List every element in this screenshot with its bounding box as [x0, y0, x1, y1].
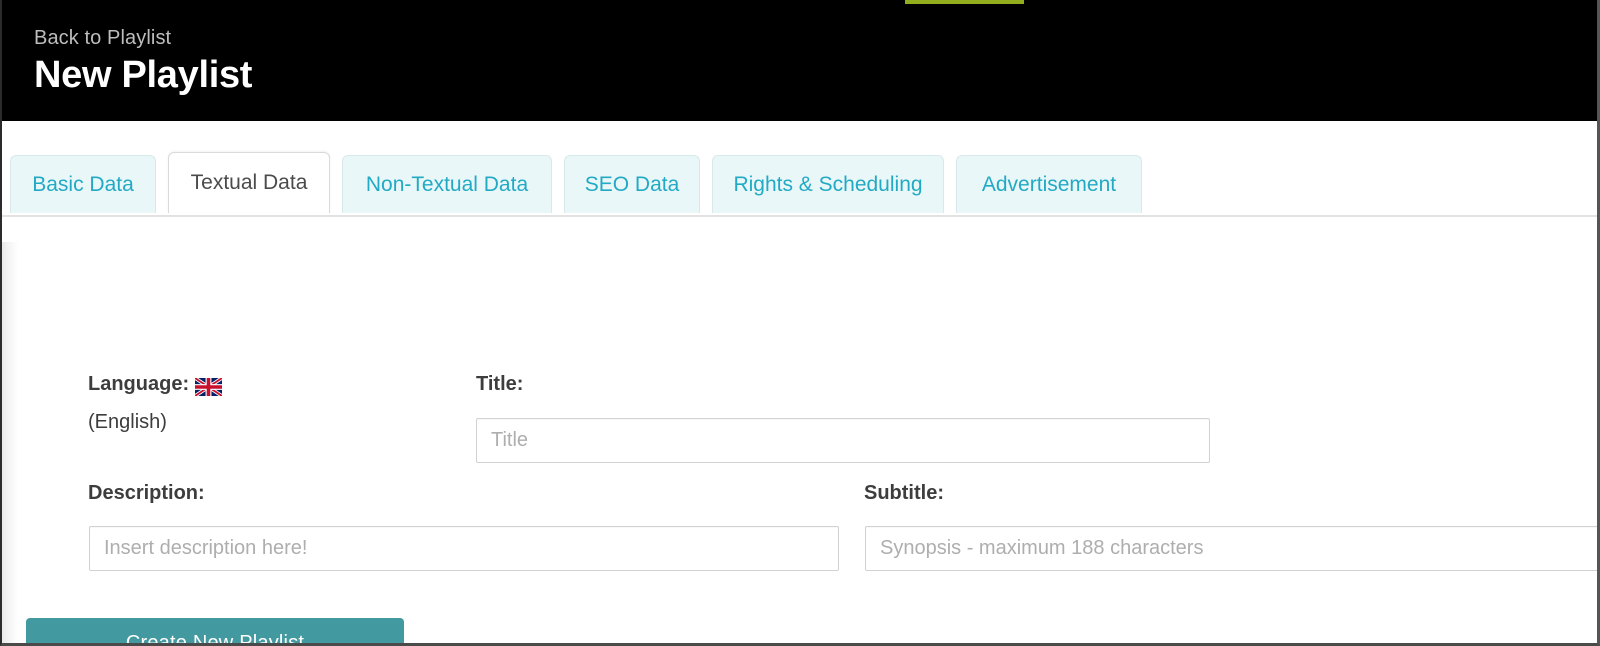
app-viewport: Back to Playlist New Playlist Basic Data… [0, 0, 1600, 646]
description-input[interactable] [89, 526, 839, 571]
uk-flag-icon [195, 377, 223, 396]
title-label: Title: [476, 373, 524, 395]
tab-label: Textual Data [190, 171, 308, 194]
tab-basic-data[interactable]: Basic Data [10, 155, 156, 213]
subtitle-input[interactable] [865, 526, 1597, 571]
textual-data-form: Language: (English) Title: Description: [2, 218, 1597, 643]
tab-rights-scheduling[interactable]: Rights & Scheduling [712, 155, 944, 213]
language-label-text: Language: [88, 373, 190, 395]
content-panel: Basic Data Textual Data Non-Textual Data… [2, 121, 1597, 643]
language-label: Language: [88, 373, 223, 396]
tab-seo-data[interactable]: SEO Data [564, 155, 700, 213]
page-header: Back to Playlist New Playlist [2, 0, 1597, 121]
tab-textual-data[interactable]: Textual Data [168, 152, 330, 213]
tab-strip: Basic Data Textual Data Non-Textual Data… [2, 152, 1597, 216]
tab-label: Advertisement [981, 172, 1117, 196]
tab-label: Non-Textual Data [365, 172, 529, 196]
tab-non-textual-data[interactable]: Non-Textual Data [342, 155, 552, 213]
back-to-playlist-link[interactable]: Back to Playlist [34, 27, 171, 50]
page-load-progress-bar [905, 0, 1024, 4]
language-value: (English) [88, 411, 167, 433]
tab-advertisement[interactable]: Advertisement [956, 155, 1142, 213]
create-new-playlist-button[interactable]: Create New Playlist [26, 618, 404, 643]
tab-label: Basic Data [32, 172, 134, 196]
page-title: New Playlist [34, 54, 253, 96]
title-input[interactable] [476, 418, 1210, 463]
tab-label: Rights & Scheduling [733, 172, 923, 196]
subtitle-label: Subtitle: [864, 482, 944, 504]
tab-label: SEO Data [584, 172, 680, 196]
description-label: Description: [88, 482, 205, 504]
